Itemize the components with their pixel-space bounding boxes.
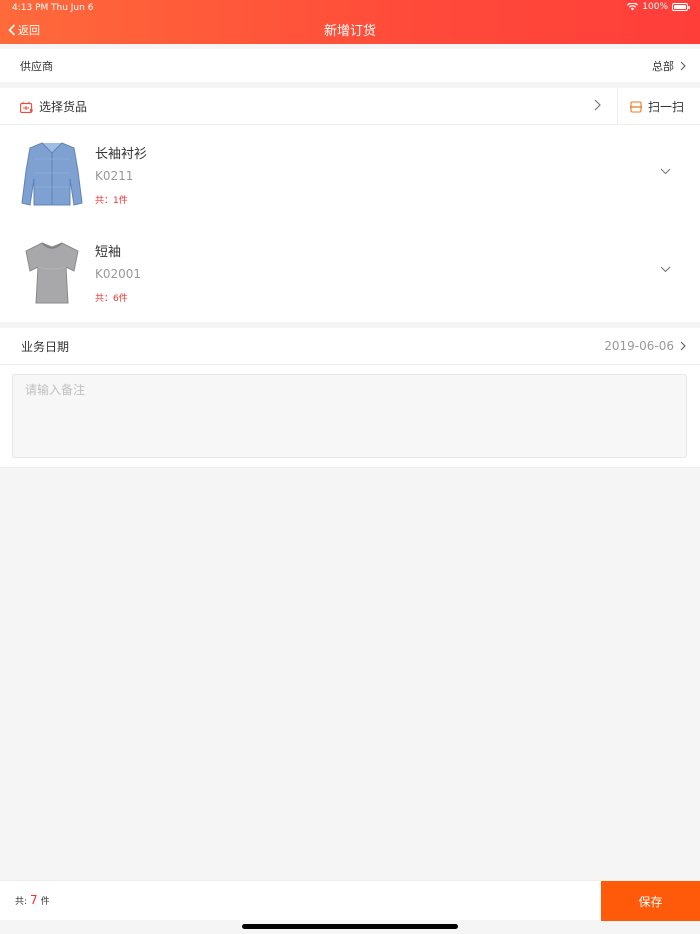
- chevron-right-icon: [594, 99, 601, 111]
- chevron-down-icon[interactable]: [660, 266, 671, 273]
- navigation-header: 4:13 PM Thu Jun 6 100% 返回 新增订货: [0, 0, 700, 44]
- chevron-right-icon: [680, 341, 686, 351]
- list-item[interactable]: 长袖衬衫 K0211 共：1件: [0, 125, 700, 223]
- select-goods-label: 选择货品: [39, 100, 88, 114]
- list-item[interactable]: 短袖 K02001 共：6件: [0, 223, 700, 321]
- battery-icon: [672, 3, 690, 11]
- business-date-row[interactable]: 业务日期 2019-06-06: [0, 328, 700, 365]
- total-prefix: 共:: [15, 897, 28, 907]
- good-count: 共：1件: [95, 196, 128, 206]
- select-goods-button[interactable]: 选择货品: [20, 88, 87, 125]
- supplier-value-group: 总部: [652, 58, 686, 74]
- long-sleeve-shirt-icon: [21, 142, 83, 206]
- chevron-down-icon[interactable]: [660, 168, 671, 175]
- total-unit: 件: [40, 897, 50, 907]
- total-count: 7: [30, 893, 38, 907]
- supplier-label: 供应商: [20, 59, 53, 73]
- scan-button[interactable]: 扫一扫: [630, 88, 684, 125]
- divider: [617, 88, 618, 125]
- remark-section: [0, 365, 700, 468]
- battery-percent: 100%: [642, 2, 668, 12]
- status-right: 100%: [627, 2, 690, 12]
- goods-box-icon: [20, 101, 33, 113]
- good-code: K0211: [95, 169, 134, 183]
- good-name: 长袖衬衫: [95, 147, 148, 162]
- business-date-value-group: 2019-06-06: [604, 339, 686, 353]
- remark-input[interactable]: [12, 374, 687, 458]
- supplier-value: 总部: [652, 59, 674, 73]
- status-time: 4:13 PM: [12, 3, 49, 13]
- chevron-right-icon: [680, 61, 686, 70]
- good-code: K02001: [95, 267, 142, 281]
- footer-bar: 共: 7 件 保存: [0, 880, 700, 921]
- business-date-value: 2019-06-06: [604, 339, 674, 353]
- save-button[interactable]: 保存: [601, 881, 700, 921]
- scan-icon: [630, 100, 642, 113]
- select-goods-row: 选择货品 扫一扫: [0, 88, 700, 125]
- supplier-row[interactable]: 供应商 总部: [0, 49, 700, 82]
- total-summary: 共: 7 件: [15, 893, 50, 907]
- short-sleeve-tshirt-icon: [25, 242, 79, 304]
- wifi-icon: [627, 3, 639, 11]
- page-title: 新增订货: [323, 24, 376, 39]
- home-indicator: [242, 924, 458, 929]
- goods-list: 长袖衬衫 K0211 共：1件 短袖 K02001 共：6件: [0, 125, 700, 322]
- status-bar: 4:13 PM Thu Jun 6 100%: [0, 0, 700, 16]
- business-date-label: 业务日期: [21, 339, 70, 354]
- scan-label: 扫一扫: [648, 100, 685, 114]
- good-count: 共：6件: [95, 294, 128, 304]
- status-date: Thu Jun 6: [51, 3, 94, 13]
- good-name: 短袖: [95, 245, 122, 260]
